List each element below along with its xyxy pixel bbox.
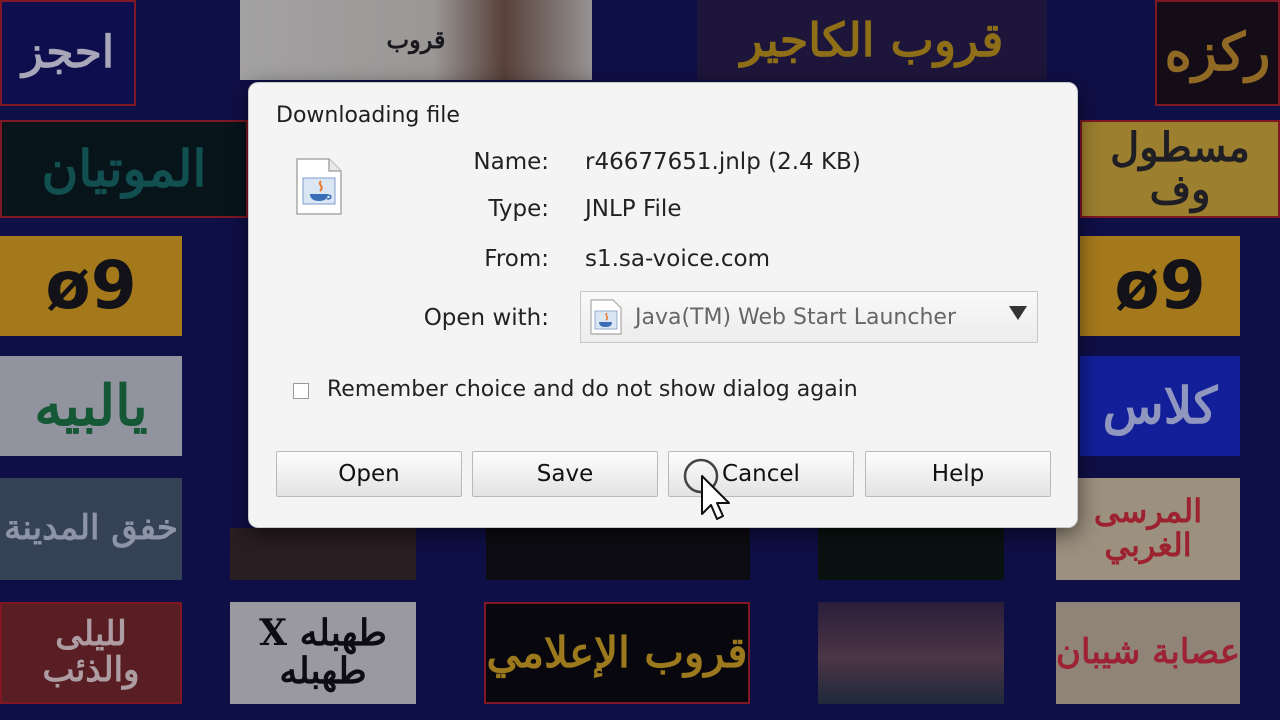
remember-choice-checkbox[interactable] [293,383,309,399]
source-host-value: s1.sa-voice.com [585,246,770,272]
open-with-label: Open with: [423,305,549,331]
save-button[interactable]: Save [472,451,658,497]
open-with-selected-value: Java(TM) Web Start Launcher [635,304,956,330]
file-type-value: JNLP File [585,196,682,222]
help-button[interactable]: Help [865,451,1051,497]
downloading-file-dialog: Downloading file Name: r46677651.jnlp (2… [248,82,1078,528]
java-launcher-icon [590,299,622,335]
remember-choice-label[interactable]: Remember choice and do not show dialog a… [327,377,858,402]
name-label: Name: [473,149,549,175]
dialog-title: Downloading file [276,103,460,128]
type-label: Type: [488,196,549,222]
open-button[interactable]: Open [276,451,462,497]
java-file-icon [296,158,342,215]
cancel-button[interactable]: Cancel [668,451,854,497]
from-label: From: [484,246,549,272]
open-with-select[interactable]: Java(TM) Web Start Launcher [580,291,1038,343]
file-name-value: r46677651.jnlp (2.4 KB) [585,149,861,175]
chevron-down-icon[interactable] [1009,306,1027,320]
